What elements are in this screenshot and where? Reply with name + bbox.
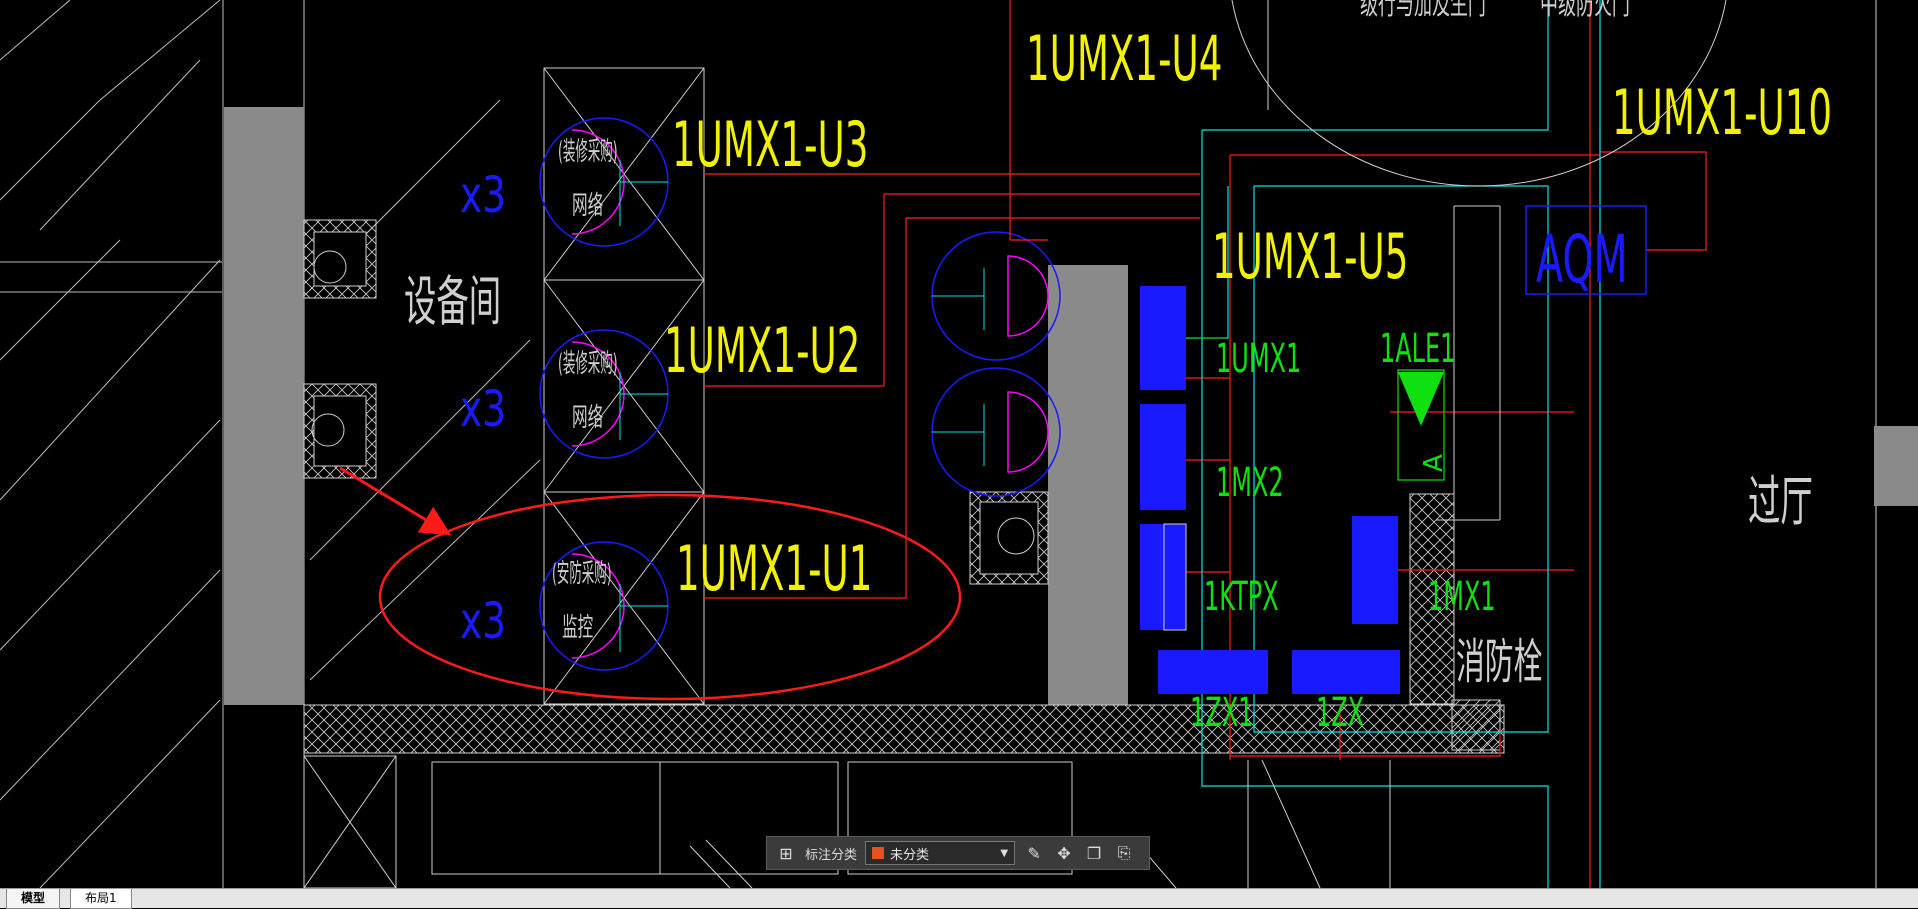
multiplier-label-1: x3 xyxy=(460,167,506,225)
cad-model-space[interactable]: 1UMX1-U3 1UMX1-U2 1UMX1-U1 1UMX1-U4 1UMX… xyxy=(0,0,1918,888)
tab-layout1[interactable]: 布局1 xyxy=(70,889,132,909)
edit-icon[interactable]: ✎ xyxy=(1023,842,1045,864)
multiplier-label-2: x3 xyxy=(460,381,506,439)
outlet-label-monitor: 监控 xyxy=(562,613,593,643)
rack-label-u1: 1UMX1-U1 xyxy=(676,534,872,606)
panel-label-mx1: 1MX1 xyxy=(1428,572,1496,619)
multiplier-labels: x3 x3 x3 xyxy=(460,167,506,651)
outlet-label-security: (安防采购) xyxy=(552,558,612,589)
panel-label-aqm: AQM xyxy=(1536,220,1628,298)
hatched-block xyxy=(1451,699,1501,751)
rack-labels: 1UMX1-U3 1UMX1-U2 1UMX1-U1 1UMX1-U4 1UMX… xyxy=(664,24,1832,606)
paste-icon[interactable]: ⎘ xyxy=(1113,842,1135,864)
panel-label-ktpx: 1KTPX xyxy=(1204,572,1279,619)
top-labels: 级行与加及生门 中级防火门 xyxy=(1360,0,1630,21)
panel-label-ale1: 1ALE1 xyxy=(1380,324,1455,371)
category-select-value: 未分类 xyxy=(890,847,930,863)
panel-label-zx1: 1ZX1 xyxy=(1190,688,1253,735)
tab-model[interactable]: 模型 xyxy=(6,889,61,909)
panel-label-mx2: 1MX2 xyxy=(1216,458,1284,505)
outlet-label-network-2: 网络 xyxy=(572,403,603,433)
panel-label-umx1: 1UMX1 xyxy=(1216,334,1301,381)
toolbar-label: 标注分类 xyxy=(805,847,858,863)
top-label-right: 中级防火门 xyxy=(1540,0,1630,21)
rack-label-u4: 1UMX1-U4 xyxy=(1026,24,1222,96)
concrete-column-left xyxy=(224,107,304,705)
panel-label-zx: 1ZX xyxy=(1316,688,1364,735)
room-outlines xyxy=(1170,0,1601,888)
chevron-down-icon: ▼ xyxy=(1000,847,1009,859)
outlet-label-network-1: 网络 xyxy=(572,191,603,221)
outlet-label-decor-2: (装修采购) xyxy=(558,348,618,379)
multiplier-label-3: x3 xyxy=(460,593,506,651)
room-label-equipment: 设备间 xyxy=(404,271,501,333)
annotation-toolbar: ⊞ 标注分类 未分类 ▼ ✎ ✥ ❐ ⎘ xyxy=(766,836,1150,870)
rack-label-u5: 1UMX1-U5 xyxy=(1212,222,1408,294)
concrete-column-right xyxy=(1874,426,1918,506)
room-label-fire-hydrant: 消防栓 xyxy=(1456,634,1542,690)
panel-label-ale-letter: A xyxy=(1419,454,1449,472)
outlet-label-decor-1: (装修采购) xyxy=(558,136,618,167)
move-icon[interactable]: ✥ xyxy=(1053,842,1075,864)
copy-icon[interactable]: ❐ xyxy=(1083,842,1105,864)
top-label-left: 级行与加及生门 xyxy=(1360,0,1486,21)
layout-tab-bar: 模型 布局1 xyxy=(0,888,1918,909)
category-color-swatch xyxy=(872,847,885,859)
rack-label-u3: 1UMX1-U3 xyxy=(672,110,868,182)
rack-label-u10: 1UMX1-U10 xyxy=(1612,78,1832,150)
outlet-text-labels: (装修采购) 网络 (装修采购) 网络 (安防采购) 监控 xyxy=(552,136,618,644)
room-label-hallway: 过厅 xyxy=(1748,471,1813,533)
category-select[interactable]: 未分类 ▼ xyxy=(865,841,1016,865)
concrete-column-middle xyxy=(1048,265,1128,705)
grid-categories-icon[interactable]: ⊞ xyxy=(775,842,797,864)
rack-label-u2: 1UMX1-U2 xyxy=(664,316,860,388)
